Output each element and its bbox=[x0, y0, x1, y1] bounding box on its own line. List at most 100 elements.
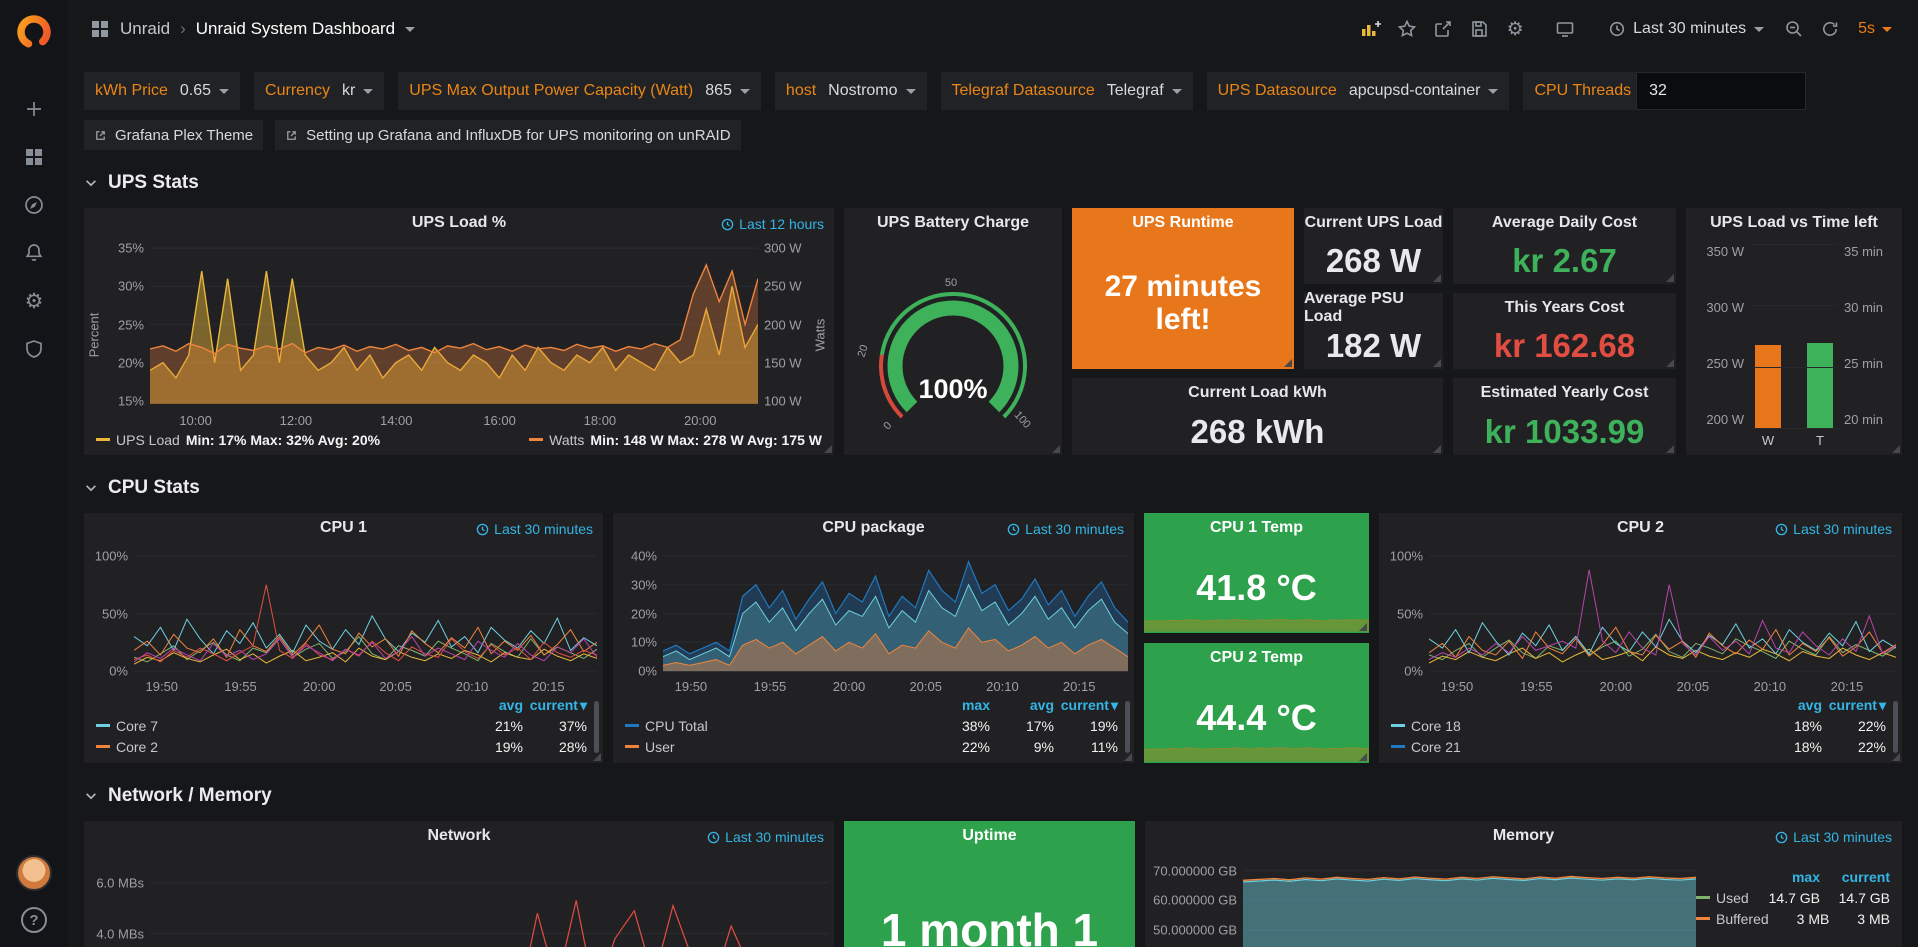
legend-row[interactable]: Core 7 21% 37% bbox=[96, 715, 587, 736]
axis-tick: 20:00 bbox=[303, 679, 336, 694]
add-panel-button[interactable] bbox=[1355, 12, 1387, 46]
panel-resize-handle[interactable] bbox=[1284, 359, 1292, 367]
panel-resize-handle[interactable] bbox=[1892, 445, 1900, 453]
panel-title[interactable]: This Years Cost bbox=[1453, 293, 1676, 323]
legend-col-avg[interactable]: avg bbox=[1758, 697, 1822, 713]
clock-icon bbox=[1775, 523, 1788, 536]
sidebar-item-create[interactable] bbox=[14, 94, 54, 124]
panel-title[interactable]: Current UPS Load bbox=[1304, 208, 1443, 238]
cpu-threads-input[interactable] bbox=[1636, 72, 1806, 110]
variable-host[interactable]: host Nostromo bbox=[775, 72, 927, 110]
chevron-down-icon bbox=[1488, 89, 1498, 94]
sidebar-item-profile[interactable] bbox=[16, 855, 52, 891]
panel-title[interactable]: Average PSU Load bbox=[1304, 293, 1443, 323]
variable-kwh-price[interactable]: kWh Price 0.65 bbox=[84, 72, 240, 110]
sidebar-item-explore[interactable] bbox=[14, 190, 54, 220]
legend-col-max[interactable]: max bbox=[926, 697, 990, 713]
chart-plot[interactable] bbox=[663, 545, 1128, 675]
legend-scrollbar[interactable] bbox=[1125, 701, 1130, 753]
cycle-view-button[interactable] bbox=[1549, 12, 1581, 46]
axis-tick: 100 W bbox=[764, 393, 802, 408]
panel-resize-handle[interactable] bbox=[1666, 359, 1674, 367]
panel-title[interactable]: UPS Runtime bbox=[1072, 208, 1294, 238]
variable-telegraf-datasource[interactable]: Telegraf Datasource Telegraf bbox=[941, 72, 1193, 110]
panel-title[interactable]: Uptime bbox=[844, 821, 1135, 851]
save-dashboard-button[interactable] bbox=[1463, 12, 1495, 46]
variable-cpu-threads[interactable]: CPU Threads bbox=[1523, 72, 1806, 110]
link-ups-monitoring-guide[interactable]: Setting up Grafana and InfluxDB for UPS … bbox=[275, 120, 740, 150]
variable-value[interactable]: Telegraf bbox=[1100, 82, 1193, 100]
row-toggle-network-memory[interactable]: Network / Memory bbox=[84, 783, 1902, 809]
panel-resize-handle[interactable] bbox=[593, 753, 601, 761]
legend-series-ups-load[interactable]: UPS Load Min: 17% Max: 32% Avg: 20% bbox=[96, 432, 380, 448]
panel-resize-handle[interactable] bbox=[1359, 623, 1367, 631]
panel-title[interactable]: CPU 2 Temp bbox=[1144, 643, 1369, 673]
row-toggle-cpu-stats[interactable]: CPU Stats bbox=[84, 475, 1902, 501]
variable-ups-max-power[interactable]: UPS Max Output Power Capacity (Watt) 865 bbox=[398, 72, 761, 110]
panel-title[interactable]: UPS Load vs Time left bbox=[1686, 208, 1902, 238]
legend-col-current[interactable]: current▾ bbox=[1054, 697, 1118, 714]
share-dashboard-button[interactable] bbox=[1427, 12, 1459, 46]
legend-scrollbar[interactable] bbox=[1893, 701, 1898, 753]
dashboard-caret-icon[interactable] bbox=[405, 27, 415, 32]
dashboard-title[interactable]: Unraid System Dashboard bbox=[196, 19, 395, 39]
legend-scrollbar[interactable] bbox=[594, 701, 599, 753]
sidebar-item-alerting[interactable] bbox=[14, 238, 54, 268]
panel-resize-handle[interactable] bbox=[1359, 753, 1367, 761]
variable-currency[interactable]: Currency kr bbox=[254, 72, 384, 110]
variable-value[interactable]: 865 bbox=[698, 82, 761, 100]
panel-title[interactable]: Estimated Yearly Cost bbox=[1453, 378, 1676, 408]
legend-row[interactable]: Core 18 18% 22% bbox=[1391, 715, 1886, 736]
chart-plot[interactable] bbox=[150, 853, 828, 947]
chart-plot[interactable] bbox=[134, 545, 597, 675]
panel-resize-handle[interactable] bbox=[1433, 274, 1441, 282]
sidebar-item-dashboards[interactable] bbox=[14, 142, 54, 172]
legend-row[interactable]: Used 14.7 GB 14.7 GB bbox=[1696, 887, 1890, 908]
panel-resize-handle[interactable] bbox=[824, 445, 832, 453]
chart-plot[interactable] bbox=[1243, 853, 1696, 947]
panel-resize-handle[interactable] bbox=[1892, 753, 1900, 761]
breadcrumb-folder[interactable]: Unraid bbox=[120, 19, 170, 39]
panel-resize-handle[interactable] bbox=[1124, 753, 1132, 761]
legend-col-max[interactable]: max bbox=[1750, 869, 1820, 885]
link-grafana-plex-theme[interactable]: Grafana Plex Theme bbox=[84, 120, 263, 150]
legend-row[interactable]: Core 21 18% 22% bbox=[1391, 736, 1886, 757]
legend-col-current[interactable]: current▾ bbox=[523, 697, 587, 714]
legend-series-watts[interactable]: Watts Min: 148 W Max: 278 W Avg: 175 W bbox=[529, 432, 822, 448]
chart-plot[interactable] bbox=[150, 240, 758, 409]
variable-value[interactable]: kr bbox=[335, 82, 384, 100]
grafana-logo[interactable] bbox=[14, 12, 54, 52]
sidebar-item-configuration[interactable]: ⚙ bbox=[14, 286, 54, 316]
variable-ups-datasource[interactable]: UPS Datasource apcupsd-container bbox=[1207, 72, 1510, 110]
zoom-out-button[interactable] bbox=[1778, 12, 1810, 46]
panel-resize-handle[interactable] bbox=[1666, 274, 1674, 282]
legend-col-current[interactable]: current▾ bbox=[1822, 697, 1886, 714]
panel-title[interactable]: CPU 1 Temp bbox=[1144, 513, 1369, 543]
star-dashboard-button[interactable] bbox=[1391, 12, 1423, 46]
variable-value[interactable]: apcupsd-container bbox=[1342, 82, 1510, 100]
legend-col-current[interactable]: current bbox=[1820, 869, 1890, 885]
panel-resize-handle[interactable] bbox=[1433, 445, 1441, 453]
panel-title[interactable]: UPS Battery Charge bbox=[844, 208, 1062, 238]
refresh-button[interactable] bbox=[1814, 12, 1846, 46]
variable-value[interactable]: 0.65 bbox=[173, 82, 240, 100]
legend-row[interactable]: Core 2 19% 28% bbox=[96, 736, 587, 757]
legend-col-avg[interactable]: avg bbox=[459, 697, 523, 713]
panel-title[interactable]: Average Daily Cost bbox=[1453, 208, 1676, 238]
legend-row[interactable]: CPU Total 38% 17% 19% bbox=[625, 715, 1118, 736]
legend-col-avg[interactable]: avg bbox=[990, 697, 1054, 713]
dashboard-settings-button[interactable]: ⚙ bbox=[1499, 12, 1531, 46]
panel-title[interactable]: Current Load kWh bbox=[1072, 378, 1443, 408]
sidebar-item-help[interactable]: ? bbox=[21, 907, 47, 933]
time-range-picker[interactable]: Last 30 minutes bbox=[1599, 12, 1774, 46]
chart-plot[interactable] bbox=[1429, 545, 1896, 675]
legend-row[interactable]: User 22% 9% 11% bbox=[625, 736, 1118, 757]
refresh-interval-picker[interactable]: 5s bbox=[1850, 12, 1900, 46]
panel-resize-handle[interactable] bbox=[1433, 359, 1441, 367]
sidebar-item-server-admin[interactable] bbox=[14, 334, 54, 364]
variable-value[interactable]: Nostromo bbox=[821, 82, 926, 100]
legend-row[interactable]: Buffered 3 MB 3 MB bbox=[1696, 908, 1890, 929]
panel-resize-handle[interactable] bbox=[1666, 445, 1674, 453]
panel-resize-handle[interactable] bbox=[1052, 445, 1060, 453]
row-toggle-ups-stats[interactable]: UPS Stats bbox=[84, 170, 1902, 196]
